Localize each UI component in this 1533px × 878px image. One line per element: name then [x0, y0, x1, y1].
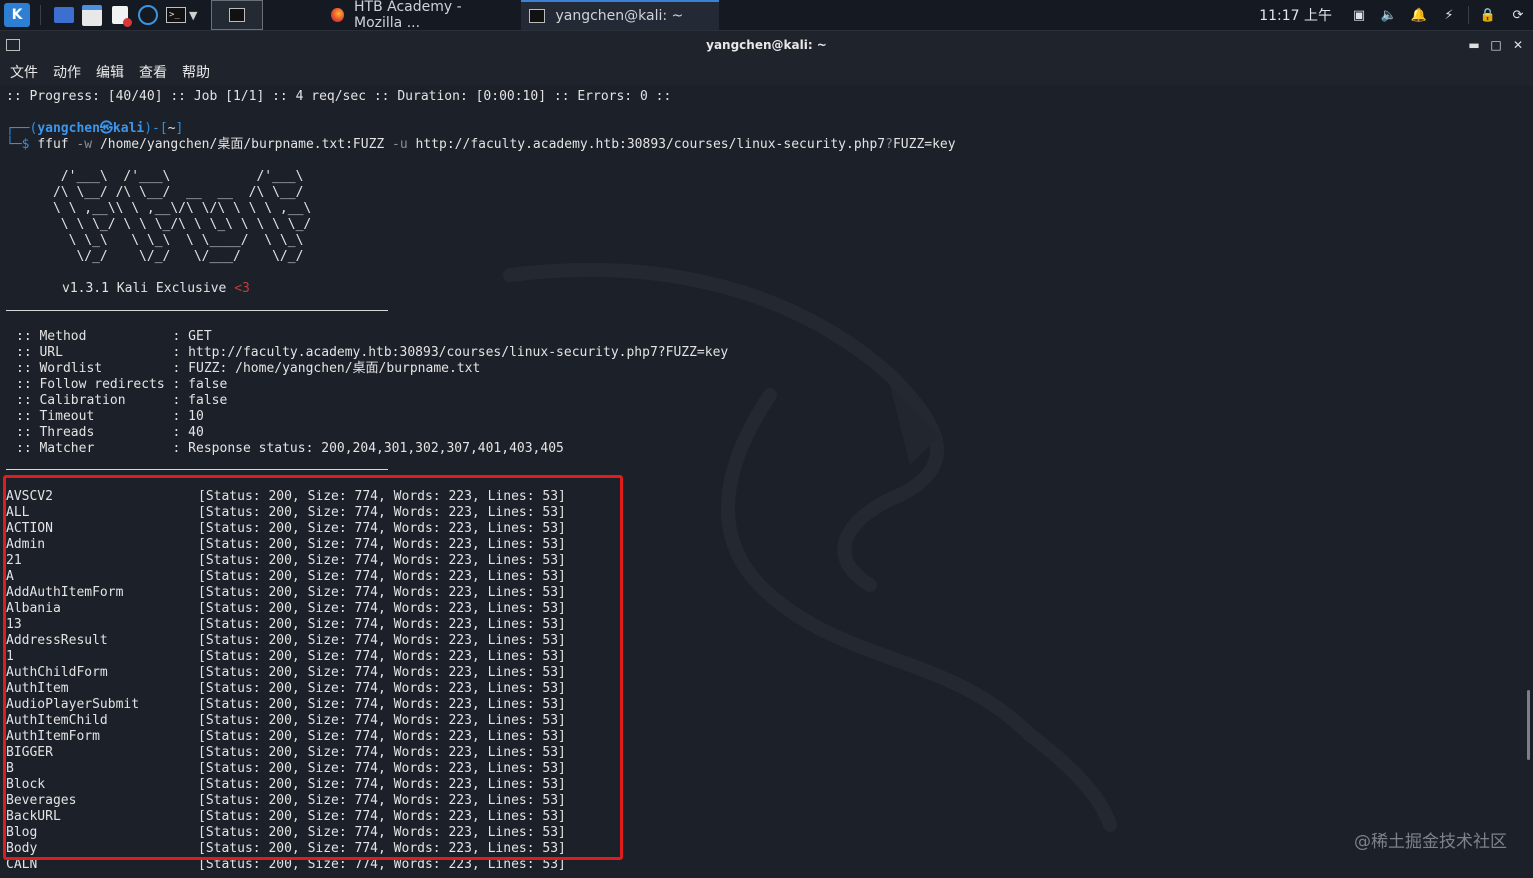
notification-bell-icon[interactable]: 🔔	[1410, 6, 1428, 24]
config-timeout: :: Timeout : 10	[16, 409, 204, 424]
maximize-icon[interactable]: □	[1485, 35, 1507, 55]
config-calibration: :: Calibration : false	[16, 393, 228, 408]
logout-icon[interactable]: ⟳	[1509, 6, 1527, 24]
config-follow-redirects: :: Follow redirects : false	[16, 377, 228, 392]
divider	[6, 469, 388, 470]
power-manager-icon[interactable]: ⚡	[1440, 6, 1458, 24]
divider	[6, 310, 388, 311]
task-terminal[interactable]: yangchen@kali: ~	[521, 0, 720, 30]
browser-icon[interactable]	[137, 4, 159, 26]
watermark-text: @稀土掘金技术社区	[1354, 832, 1507, 852]
kali-menu-icon[interactable]: K	[4, 3, 30, 27]
banner-line: \ \_\ \ \_\ \ \____/ \ \_\	[6, 233, 359, 248]
system-tray: 11:17 上午 ▣ 🔈 🔔 ⚡ 🔒 ⟳	[1259, 0, 1533, 30]
terminal-icon	[529, 9, 546, 23]
text-editor-icon[interactable]	[109, 4, 132, 27]
task-label: yangchen@kali: ~	[555, 8, 684, 24]
task-label: HTB Academy - Mozilla ...	[354, 0, 462, 31]
window-title: yangchen@kali: ~	[706, 38, 827, 52]
terminal-icon	[229, 8, 246, 22]
clock[interactable]: 11:17 上午	[1259, 5, 1332, 25]
menu-edit[interactable]: 编辑	[91, 62, 129, 82]
menu-view[interactable]: 查看	[134, 62, 172, 82]
version-heart: <3	[234, 281, 250, 296]
window-titlebar[interactable]: yangchen@kali: ~ ▬ □ ✕	[0, 31, 1533, 59]
config-method: :: Method : GET	[16, 329, 212, 344]
tray-separator	[1468, 6, 1469, 24]
menubar: 文件 动作 编辑 查看 帮助	[0, 59, 1533, 85]
command-url-param: FUZZ=key	[892, 137, 956, 152]
banner-line: /'___\ /'___\ /'___\	[6, 169, 359, 184]
task-firefox[interactable]: HTB Academy - Mozilla ...	[323, 0, 521, 31]
command-flag: -u	[392, 137, 408, 152]
prompt-user: yangchen㉿kali	[37, 121, 145, 136]
scrollbar[interactable]	[1527, 690, 1530, 760]
terminal-output[interactable]: :: Progress: [40/40] :: Job [1/1] :: 4 r…	[0, 85, 1533, 878]
command-url-query-mark: ?	[885, 137, 893, 152]
display-icon[interactable]: ▣	[1350, 6, 1368, 24]
window-controls: ▬ □ ✕	[1463, 35, 1529, 55]
chevron-down-icon[interactable]: ▼	[189, 9, 197, 22]
version-text: v1.3.1 Kali Exclusive	[62, 281, 227, 296]
taskbar: K >_ ▼ HTB Academy - Mozilla ... yangche…	[0, 0, 1533, 31]
progress-line: :: Progress: [40/40] :: Job [1/1] :: 4 r…	[6, 89, 672, 104]
command-url: http://faculty.academy.htb:30893/courses…	[415, 137, 886, 152]
close-icon[interactable]: ✕	[1507, 35, 1529, 55]
version-line: v1.3.1 Kali Exclusive <3	[62, 281, 250, 297]
banner-line: /\ \__/ /\ \__/ __ __ /\ \__/	[6, 185, 359, 200]
highlight-annotation-box	[3, 475, 623, 860]
taskbar-separator	[40, 5, 41, 25]
command-flag: -w	[76, 137, 93, 152]
config-threads: :: Threads : 40	[16, 425, 204, 440]
banner-line: \ \ \_/ \ \ \_/\ \ \_\ \ \ \ \_/	[6, 217, 359, 232]
command-name: ffuf	[37, 137, 69, 152]
config-url: :: URL : http://faculty.academy.htb:3089…	[16, 345, 729, 360]
terminal-icon	[6, 39, 20, 51]
active-workspace-button[interactable]	[211, 0, 264, 30]
terminal-icon[interactable]: >_	[165, 4, 187, 26]
volume-icon[interactable]: 🔈	[1380, 6, 1398, 24]
menu-actions[interactable]: 动作	[48, 62, 86, 82]
workspace-icon[interactable]	[53, 4, 75, 26]
firefox-icon	[331, 8, 344, 22]
command-wordlist: /home/yangchen/桌面/burpname.txt:FUZZ	[99, 137, 385, 152]
config-wordlist: :: Wordlist : FUZZ: /home/yangchen/桌面/bu…	[16, 361, 481, 376]
lock-icon[interactable]: 🔒	[1479, 6, 1497, 24]
minimize-icon[interactable]: ▬	[1463, 35, 1485, 55]
menu-file[interactable]: 文件	[5, 62, 43, 82]
prompt-dir: ~	[167, 121, 176, 136]
config-matcher: :: Matcher : Response status: 200,204,30…	[16, 441, 564, 456]
prompt-line: ┌──(yangchen㉿kali)-[~]	[6, 121, 184, 136]
menu-help[interactable]: 帮助	[177, 62, 215, 82]
command-line: └─$ ffuf -w /home/yangchen/桌面/burpname.t…	[6, 137, 956, 152]
banner-line: \ \ ,__\\ \ ,__\/\ \/\ \ \ \ ,__\	[6, 201, 359, 216]
banner-line: \/_/ \/_/ \/___/ \/_/	[6, 249, 359, 264]
file-manager-icon[interactable]	[81, 4, 103, 26]
